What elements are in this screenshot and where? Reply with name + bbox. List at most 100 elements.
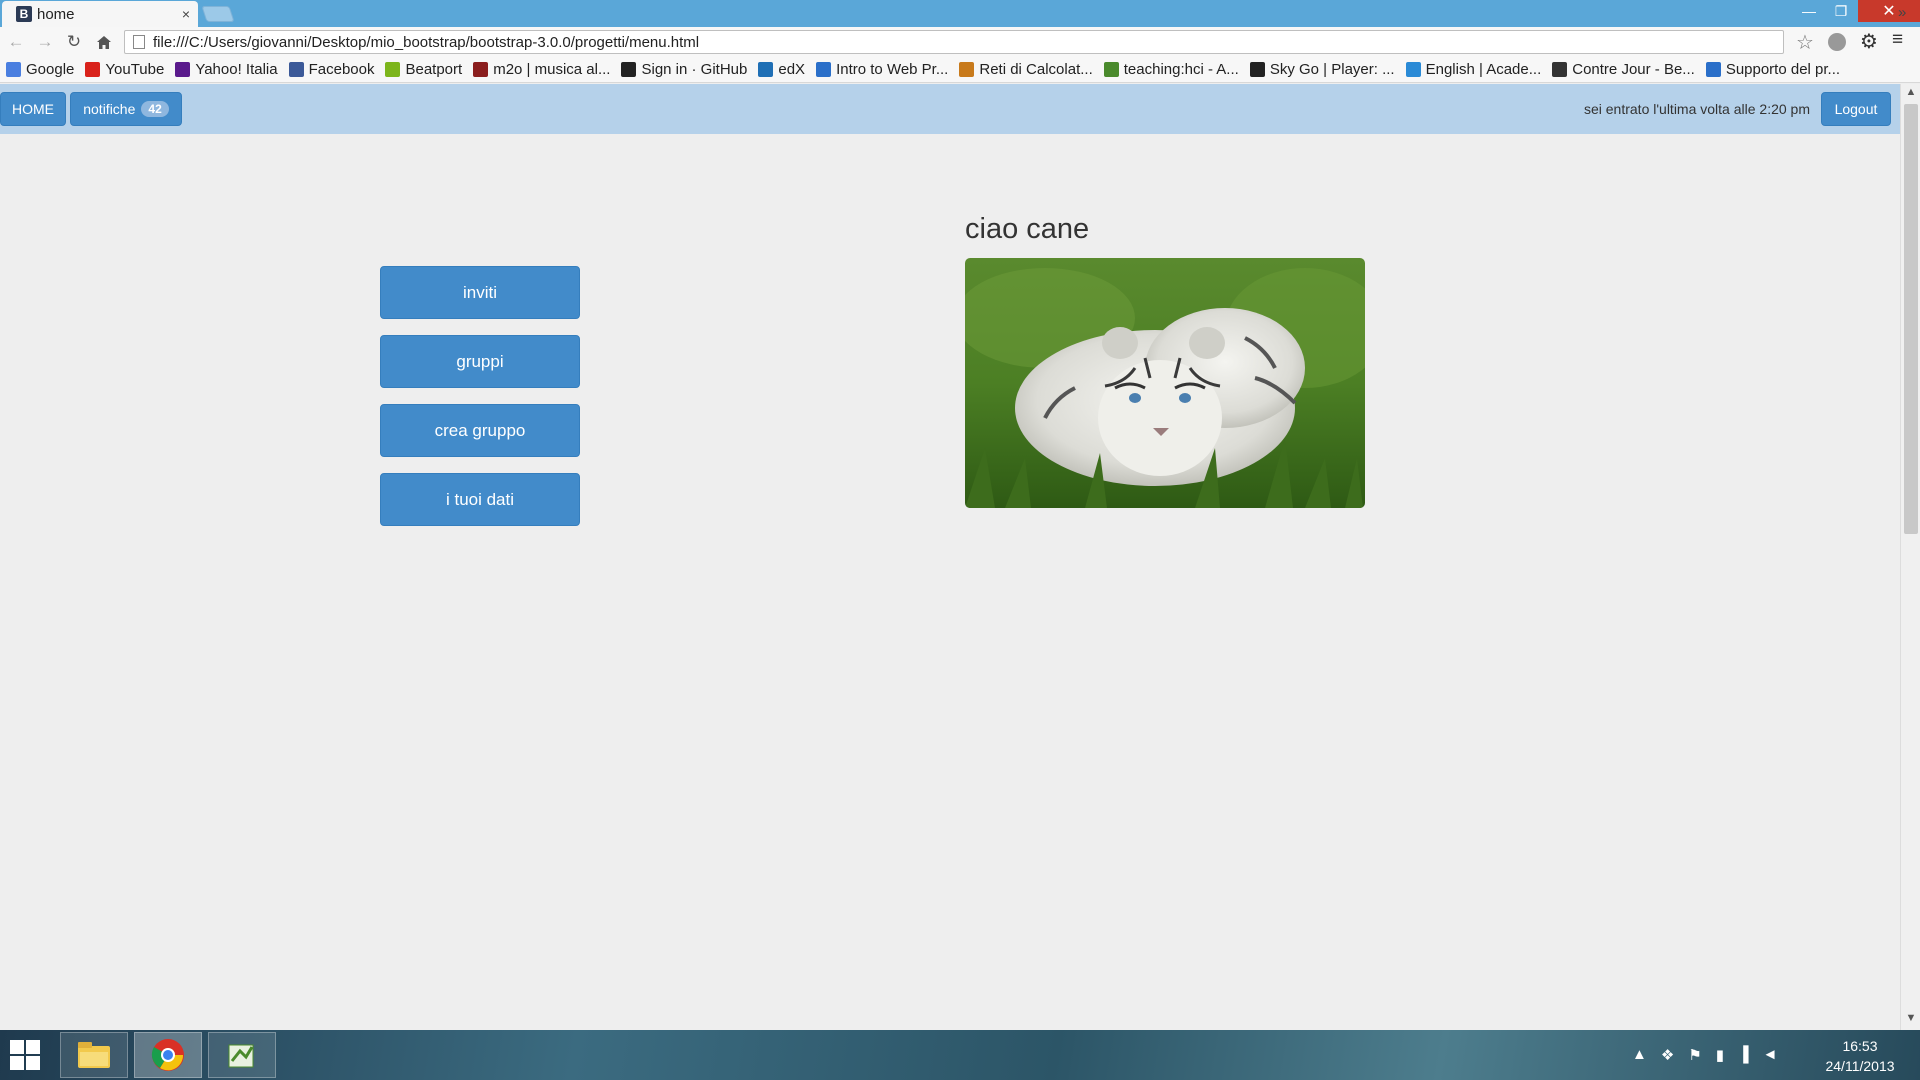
bookmark-item[interactable]: edX bbox=[758, 61, 805, 78]
file-explorer-taskbar-icon[interactable] bbox=[60, 1032, 128, 1078]
github-icon bbox=[621, 62, 637, 77]
browser-tab-strip: B home × — ❐ ✕ bbox=[0, 0, 1920, 27]
new-tab-button[interactable] bbox=[201, 6, 235, 22]
minimize-window-icon[interactable]: — bbox=[1794, 0, 1824, 22]
bookmark-label: edX bbox=[778, 61, 806, 78]
bookmark-label: m2o | musica al... bbox=[493, 61, 611, 78]
close-tab-icon[interactable]: × bbox=[182, 6, 190, 22]
bookmark-label: Facebook bbox=[308, 61, 375, 78]
page-heading: ciao cane bbox=[965, 213, 1090, 245]
chrome-menu-icon[interactable]: ≡ bbox=[1892, 29, 1903, 51]
network-signal-icon[interactable]: ▐ bbox=[1738, 1046, 1749, 1064]
support-icon bbox=[1705, 62, 1721, 77]
web-page: HOME notifiche 42 sei entrato l'ultima v… bbox=[0, 84, 1900, 1030]
bookmark-item[interactable]: teaching:hci - A... bbox=[1103, 61, 1239, 78]
bookmark-label: Sign in · GitHub bbox=[641, 61, 748, 78]
bookmarks-overflow-icon[interactable]: » bbox=[1898, 4, 1906, 21]
windows-start-icon[interactable] bbox=[10, 1040, 40, 1070]
settings-gear-icon[interactable]: ⚙ bbox=[1860, 29, 1878, 54]
bookmark-label: Supporto del pr... bbox=[1725, 61, 1841, 78]
yahoo-icon bbox=[175, 62, 191, 77]
top-navbar: HOME notifiche 42 sei entrato l'ultima v… bbox=[0, 84, 1900, 134]
bookmarks-bar: Google YouTube Yahoo! Italia Facebook Beatpo… bbox=[0, 57, 1920, 83]
bookmark-item[interactable]: Reti di Calcolat... bbox=[959, 61, 1093, 78]
browser-tab-home[interactable]: B home × bbox=[2, 1, 198, 27]
your-data-button[interactable]: i tuoi dati bbox=[380, 473, 580, 526]
forward-arrow-icon[interactable]: → bbox=[33, 31, 57, 53]
scrollbar-thumb[interactable] bbox=[1904, 104, 1918, 534]
bookmark-label: Google bbox=[26, 61, 75, 78]
show-hidden-icons-icon[interactable]: ▲ bbox=[1632, 1046, 1647, 1064]
bookmark-item[interactable]: Sign in · GitHub bbox=[621, 61, 747, 78]
volume-icon[interactable]: ◄ bbox=[1763, 1046, 1778, 1064]
bootstrap-favicon-icon: B bbox=[16, 6, 32, 22]
bookmark-label: Intro to Web Pr... bbox=[836, 61, 949, 78]
beatport-icon bbox=[385, 62, 401, 77]
home-icon[interactable] bbox=[92, 31, 116, 53]
action-center-flag-icon[interactable]: ⚑ bbox=[1688, 1046, 1701, 1064]
create-group-button[interactable]: crea gruppo bbox=[380, 404, 580, 457]
address-bar[interactable]: file:///C:/Users/giovanni/Desktop/mio_bo… bbox=[124, 30, 1784, 54]
home-button[interactable]: HOME bbox=[0, 92, 66, 126]
bookmark-item[interactable]: Supporto del pr... bbox=[1705, 61, 1841, 78]
last-login-text: sei entrato l'ultima volta alle 2:20 pm bbox=[1583, 101, 1810, 117]
white-tiger-cub-photo bbox=[965, 258, 1365, 508]
notifications-button[interactable]: notifiche 42 bbox=[70, 92, 182, 126]
logout-button[interactable]: Logout bbox=[1821, 92, 1891, 126]
bookmark-item[interactable]: Sky Go | Player: ... bbox=[1249, 61, 1395, 78]
extension-icon[interactable] bbox=[1828, 33, 1846, 51]
scroll-down-arrow-icon[interactable]: ▼ bbox=[1901, 1012, 1920, 1028]
chrome-taskbar-icon[interactable] bbox=[134, 1032, 202, 1078]
system-tray: ▲ ❖ ⚑ ▮ ▐ ◄ bbox=[1632, 1046, 1778, 1064]
dropbox-icon[interactable]: ❖ bbox=[1661, 1046, 1674, 1064]
editor-taskbar-icon[interactable] bbox=[208, 1032, 276, 1078]
bookmark-label: English | Acade... bbox=[1425, 61, 1542, 78]
page-icon bbox=[816, 62, 832, 77]
bookmark-label: Reti di Calcolat... bbox=[979, 61, 1093, 78]
invites-button[interactable]: inviti bbox=[380, 266, 580, 319]
wiki-icon bbox=[1103, 62, 1119, 77]
bookmark-label: Contre Jour - Be... bbox=[1572, 61, 1695, 78]
m2o-icon bbox=[473, 62, 489, 77]
bookmark-label: Beatport bbox=[405, 61, 463, 78]
clock-time: 16:53 bbox=[1842, 1038, 1878, 1054]
bookmark-item[interactable]: Google bbox=[6, 61, 74, 78]
taskbar-clock[interactable]: 16:53 24/11/2013 bbox=[1810, 1036, 1910, 1076]
bookmark-label: YouTube bbox=[105, 61, 165, 78]
sky-icon bbox=[1249, 62, 1265, 77]
google-icon bbox=[6, 62, 21, 77]
contrejour-icon bbox=[1552, 62, 1568, 77]
bookmark-item[interactable]: Yahoo! Italia bbox=[175, 61, 278, 78]
facebook-icon bbox=[288, 62, 304, 77]
english-icon bbox=[1405, 62, 1421, 77]
bookmark-item[interactable]: Facebook bbox=[288, 61, 375, 78]
tab-title: home bbox=[37, 5, 75, 23]
address-url: file:///C:/Users/giovanni/Desktop/mio_bo… bbox=[153, 33, 700, 51]
clock-date: 24/11/2013 bbox=[1825, 1058, 1895, 1074]
youtube-icon bbox=[85, 62, 101, 77]
bookmark-item[interactable]: m2o | musica al... bbox=[473, 61, 610, 78]
groups-button[interactable]: gruppi bbox=[380, 335, 580, 388]
unipd-icon bbox=[959, 62, 975, 77]
bookmark-item[interactable]: YouTube bbox=[85, 61, 164, 78]
bookmark-item[interactable]: Contre Jour - Be... bbox=[1552, 61, 1695, 78]
battery-icon[interactable]: ▮ bbox=[1716, 1046, 1724, 1064]
close-window-icon[interactable]: ✕ bbox=[1858, 0, 1920, 22]
page-scrollbar[interactable]: ▲ ▼ bbox=[1900, 84, 1920, 1030]
notifications-label: notifiche bbox=[83, 101, 136, 117]
bookmark-label: Yahoo! Italia bbox=[195, 61, 278, 78]
bookmark-item[interactable]: Beatport bbox=[385, 61, 462, 78]
notifications-count-badge: 42 bbox=[141, 101, 169, 117]
bookmark-label: Sky Go | Player: ... bbox=[1269, 61, 1395, 78]
bookmark-star-icon[interactable]: ☆ bbox=[1796, 30, 1814, 55]
bookmark-label: teaching:hci - A... bbox=[1123, 61, 1239, 78]
reload-icon[interactable]: ↻ bbox=[62, 31, 86, 53]
bookmark-item[interactable]: English | Acade... bbox=[1405, 61, 1542, 78]
scroll-up-arrow-icon[interactable]: ▲ bbox=[1901, 86, 1920, 102]
browser-toolbar: ← → ↻ file:///C:/Users/giovanni/Desktop/… bbox=[0, 27, 1920, 57]
edx-icon bbox=[758, 62, 774, 77]
restore-window-icon[interactable]: ❐ bbox=[1826, 0, 1856, 22]
back-arrow-icon[interactable]: ← bbox=[4, 31, 28, 53]
page-icon bbox=[133, 35, 145, 49]
bookmark-item[interactable]: Intro to Web Pr... bbox=[816, 61, 948, 78]
